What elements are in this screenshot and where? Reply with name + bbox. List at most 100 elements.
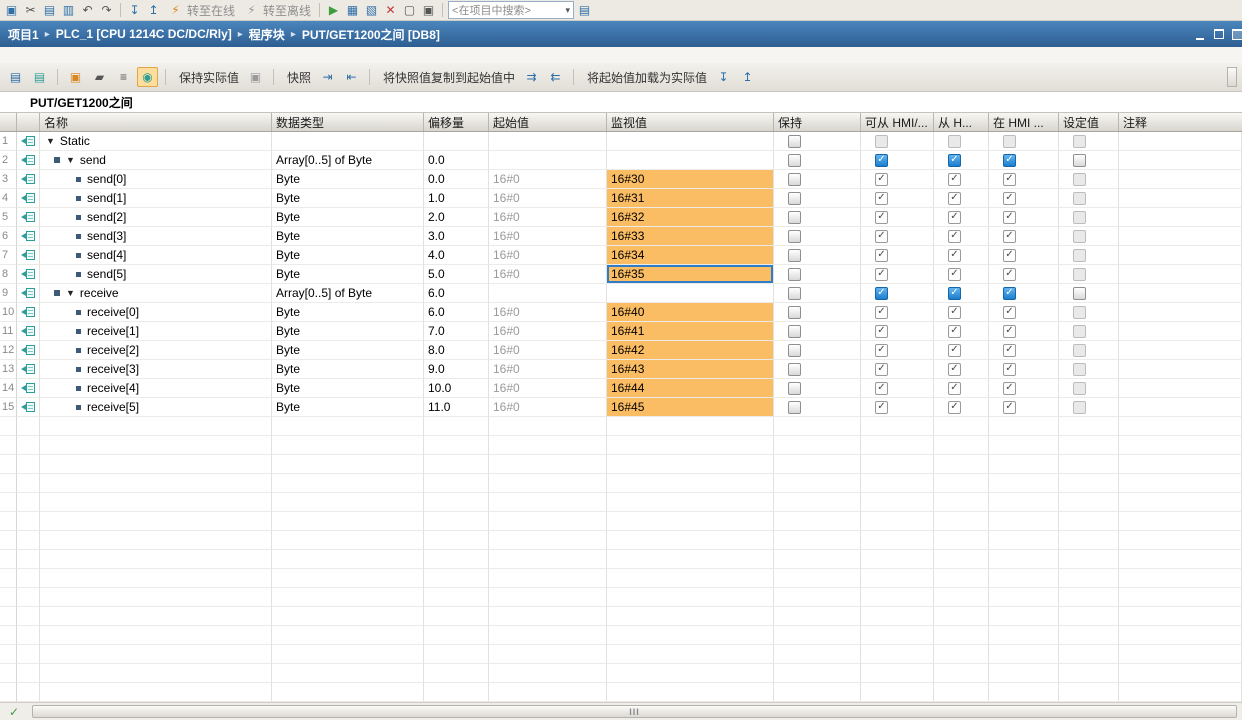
comment-cell[interactable]	[1119, 132, 1242, 151]
start-value-cell[interactable]: 16#0	[489, 360, 607, 379]
checkbox-on[interactable]	[1003, 363, 1016, 376]
checkbox-off[interactable]	[788, 268, 801, 281]
edit-icon[interactable]: ▰	[89, 67, 110, 87]
table-row[interactable]: 1▼Static	[0, 132, 1242, 151]
save-project-icon[interactable]: ▣	[3, 2, 20, 18]
checkbox-on[interactable]	[875, 306, 888, 319]
checkbox-blue[interactable]	[875, 154, 888, 167]
table-row[interactable]: 11receive[1]Byte7.016#016#41	[0, 322, 1242, 341]
scrollbar-thumb[interactable]: III	[32, 705, 1237, 718]
stop-cpu-icon[interactable]: ✕	[382, 2, 399, 18]
checkbox-on[interactable]	[948, 268, 961, 281]
start-value-cell[interactable]	[489, 284, 607, 303]
monitor-value-cell[interactable]: 16#35	[607, 265, 774, 284]
table-row[interactable]: 14receive[4]Byte10.016#016#44	[0, 379, 1242, 398]
name-cell[interactable]: send[4]	[40, 246, 272, 265]
name-cell[interactable]: send[0]	[40, 170, 272, 189]
take-snapshot-icon[interactable]: ⇥	[317, 67, 338, 87]
column-header[interactable]: 注释	[1119, 113, 1242, 131]
checkbox-on[interactable]	[948, 325, 961, 338]
add-row-icon[interactable]: ▤	[29, 67, 50, 87]
start-value-cell[interactable]: 16#0	[489, 246, 607, 265]
column-header[interactable]: 数据类型	[272, 113, 424, 131]
checkbox-off[interactable]	[788, 230, 801, 243]
checkbox-on[interactable]	[948, 363, 961, 376]
expander-icon[interactable]: ▼	[46, 136, 55, 146]
name-cell[interactable]: ▼Static	[40, 132, 272, 151]
column-header[interactable]: 在 HMI ...	[989, 113, 1059, 131]
checkbox-on[interactable]	[875, 211, 888, 224]
data-type-cell[interactable]: Byte	[272, 303, 424, 322]
comment-cell[interactable]	[1119, 189, 1242, 208]
expand-list-icon[interactable]: ≡	[113, 67, 134, 87]
checkbox-off[interactable]	[788, 211, 801, 224]
go-online-button[interactable]: ⚡ 转至在线	[164, 2, 238, 19]
data-type-cell[interactable]: Byte	[272, 265, 424, 284]
upload-from-device-icon[interactable]: ↥	[145, 2, 162, 18]
monitor-value-cell[interactable]: 16#31	[607, 189, 774, 208]
monitor-value-cell[interactable]: 16#30	[607, 170, 774, 189]
data-type-cell[interactable]: Byte	[272, 170, 424, 189]
checkbox-off[interactable]	[788, 325, 801, 338]
name-cell[interactable]: receive[2]	[40, 341, 272, 360]
data-type-cell[interactable]: Byte	[272, 341, 424, 360]
checkbox-on[interactable]	[1003, 173, 1016, 186]
redo-icon[interactable]: ↷	[98, 2, 115, 18]
checkbox-on[interactable]	[875, 344, 888, 357]
checkbox-off[interactable]	[788, 173, 801, 186]
start-value-cell[interactable]: 16#0	[489, 322, 607, 341]
checkbox-off[interactable]	[788, 382, 801, 395]
checkbox-on[interactable]	[875, 325, 888, 338]
monitor-value-cell[interactable]: 16#44	[607, 379, 774, 398]
copy-snapshots-to-start-label[interactable]: 将快照值复制到起始值中	[383, 69, 515, 86]
go-offline-button[interactable]: ⚡ 转至离线	[240, 2, 314, 19]
name-cell[interactable]: ▼send	[40, 151, 272, 170]
cut-icon[interactable]: ✂	[22, 2, 39, 18]
column-header[interactable]: 可从 HMI/...	[861, 113, 934, 131]
comment-cell[interactable]	[1119, 303, 1242, 322]
start-value-cell[interactable]: 16#0	[489, 227, 607, 246]
name-cell[interactable]: receive[1]	[40, 322, 272, 341]
column-header[interactable]: 偏移量	[424, 113, 489, 131]
checkbox-on[interactable]	[948, 401, 961, 414]
monitor-value-cell[interactable]	[607, 132, 774, 151]
split-editor-vertical-icon[interactable]: ▣	[420, 2, 437, 18]
name-cell[interactable]: send[5]	[40, 265, 272, 284]
checkbox-on[interactable]	[1003, 249, 1016, 262]
breadcrumb-plc[interactable]: PLC_1 [CPU 1214C DC/DC/Rly]	[56, 27, 232, 41]
expander-icon[interactable]: ▼	[66, 155, 75, 165]
table-row[interactable]: 7send[4]Byte4.016#016#34	[0, 246, 1242, 265]
maximize-button[interactable]	[1230, 27, 1242, 41]
checkbox-blue[interactable]	[1003, 154, 1016, 167]
checkbox-off[interactable]	[788, 135, 801, 148]
start-value-cell[interactable]	[489, 132, 607, 151]
checkbox-on[interactable]	[1003, 268, 1016, 281]
minimize-button[interactable]	[1192, 26, 1207, 43]
monitor-value-cell[interactable]	[607, 151, 774, 170]
checkbox-off[interactable]	[1073, 287, 1086, 300]
checkbox-blue[interactable]	[1003, 287, 1016, 300]
download-to-device-icon[interactable]: ↧	[126, 2, 143, 18]
split-editor-horizontal-icon[interactable]: ▢	[401, 2, 418, 18]
checkbox-on[interactable]	[948, 382, 961, 395]
checkbox-blue[interactable]	[948, 154, 961, 167]
comment-cell[interactable]	[1119, 227, 1242, 246]
monitor-value-cell[interactable]: 16#34	[607, 246, 774, 265]
column-header[interactable]: 监视值	[607, 113, 774, 131]
breadcrumb-program-blocks[interactable]: 程序块	[249, 26, 285, 43]
checkbox-on[interactable]	[948, 230, 961, 243]
start-value-cell[interactable]: 16#0	[489, 398, 607, 417]
name-cell[interactable]: receive[5]	[40, 398, 272, 417]
table-row[interactable]: 4send[1]Byte1.016#016#31	[0, 189, 1242, 208]
checkbox-on[interactable]	[948, 192, 961, 205]
horizontal-scrollbar[interactable]: ✓ III	[0, 702, 1242, 720]
checkbox-on[interactable]	[1003, 382, 1016, 395]
retain-lock-icon[interactable]: ▣	[245, 67, 266, 87]
load-setpoint-values-icon[interactable]: ↥	[737, 67, 758, 87]
monitor-value-cell[interactable]: 16#45	[607, 398, 774, 417]
checkbox-on[interactable]	[948, 344, 961, 357]
checkbox-off[interactable]	[788, 306, 801, 319]
name-cell[interactable]: send[3]	[40, 227, 272, 246]
copy-icon[interactable]: ▤	[41, 2, 58, 18]
start-value-cell[interactable]: 16#0	[489, 265, 607, 284]
